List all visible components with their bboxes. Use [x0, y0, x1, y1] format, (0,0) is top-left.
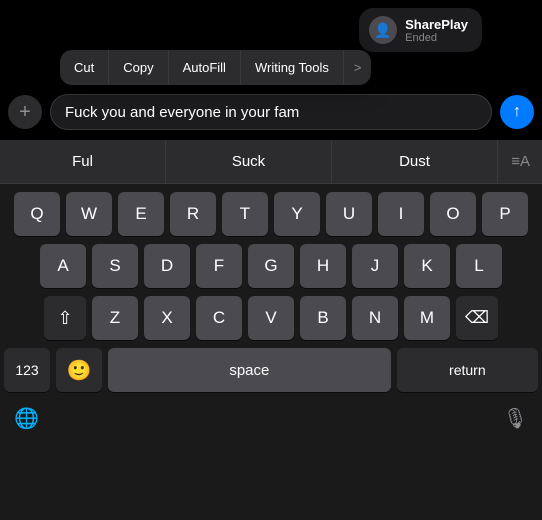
space-key[interactable]: space: [108, 348, 391, 392]
context-menu-copy[interactable]: Copy: [109, 50, 168, 85]
numbers-key[interactable]: 123: [4, 348, 50, 392]
key-j[interactable]: J: [352, 244, 398, 288]
key-c[interactable]: C: [196, 296, 242, 340]
mic-icon[interactable]: 🎙: [503, 406, 528, 431]
send-button[interactable]: ↑: [500, 95, 534, 129]
key-g[interactable]: G: [248, 244, 294, 288]
plus-button[interactable]: +: [8, 95, 42, 129]
message-input-box[interactable]: Fuck you and everyone in your fam: [50, 94, 492, 130]
context-menu: Cut Copy AutoFill Writing Tools >: [60, 50, 371, 85]
key-w[interactable]: W: [66, 192, 112, 236]
key-h[interactable]: H: [300, 244, 346, 288]
key-f[interactable]: F: [196, 244, 242, 288]
autocomplete-item-2[interactable]: Dust: [332, 140, 498, 183]
format-icon[interactable]: ≡A: [498, 140, 542, 183]
key-b[interactable]: B: [300, 296, 346, 340]
key-m[interactable]: M: [404, 296, 450, 340]
autocomplete-bar: Ful Suck Dust ≡A: [0, 140, 542, 184]
shareplay-text: SharePlay Ended: [405, 17, 468, 44]
context-menu-writing-tools[interactable]: Writing Tools: [241, 50, 344, 85]
key-q[interactable]: Q: [14, 192, 60, 236]
globe-icon[interactable]: 🌐: [14, 406, 39, 431]
key-n[interactable]: N: [352, 296, 398, 340]
context-menu-arrow[interactable]: >: [344, 50, 372, 85]
key-row-2: A S D F G H J K L: [4, 244, 538, 288]
key-s[interactable]: S: [92, 244, 138, 288]
key-o[interactable]: O: [430, 192, 476, 236]
shareplay-subtitle: Ended: [405, 32, 468, 44]
key-x[interactable]: X: [144, 296, 190, 340]
key-z[interactable]: Z: [92, 296, 138, 340]
context-menu-cut[interactable]: Cut: [60, 50, 109, 85]
return-key[interactable]: return: [397, 348, 538, 392]
key-t[interactable]: T: [222, 192, 268, 236]
key-k[interactable]: K: [404, 244, 450, 288]
delete-key[interactable]: ⌫: [456, 296, 498, 340]
shareplay-icon: 👤: [369, 16, 397, 44]
message-text: Fuck you and everyone in your fam: [65, 104, 299, 121]
key-r[interactable]: R: [170, 192, 216, 236]
message-row: + Fuck you and everyone in your fam ↑: [0, 94, 542, 130]
shareplay-title: SharePlay: [405, 17, 468, 32]
shareplay-bubble[interactable]: 👤 SharePlay Ended: [359, 8, 482, 52]
key-row-3: ⇧ Z X C V B N M ⌫: [4, 296, 538, 340]
bottom-bar: 🌐 🎙: [0, 396, 542, 440]
key-row-1: Q W E R T Y U I O P: [4, 192, 538, 236]
shift-key[interactable]: ⇧: [44, 296, 86, 340]
key-p[interactable]: P: [482, 192, 528, 236]
key-row-4: 123 🙂 space return: [4, 348, 538, 392]
key-e[interactable]: E: [118, 192, 164, 236]
emoji-key[interactable]: 🙂: [56, 348, 102, 392]
key-v[interactable]: V: [248, 296, 294, 340]
autocomplete-item-1[interactable]: Suck: [166, 140, 332, 183]
keys-area: Q W E R T Y U I O P A S D F G H J K L ⇧ …: [0, 184, 542, 396]
key-a[interactable]: A: [40, 244, 86, 288]
keyboard: Ful Suck Dust ≡A Q W E R T Y U I O P A S…: [0, 140, 542, 520]
key-d[interactable]: D: [144, 244, 190, 288]
key-y[interactable]: Y: [274, 192, 320, 236]
autocomplete-item-0[interactable]: Ful: [0, 140, 166, 183]
key-u[interactable]: U: [326, 192, 372, 236]
top-area: 👤 SharePlay Ended Cut Copy AutoFill Writ…: [0, 0, 542, 140]
key-i[interactable]: I: [378, 192, 424, 236]
context-menu-autofill[interactable]: AutoFill: [169, 50, 241, 85]
key-l[interactable]: L: [456, 244, 502, 288]
